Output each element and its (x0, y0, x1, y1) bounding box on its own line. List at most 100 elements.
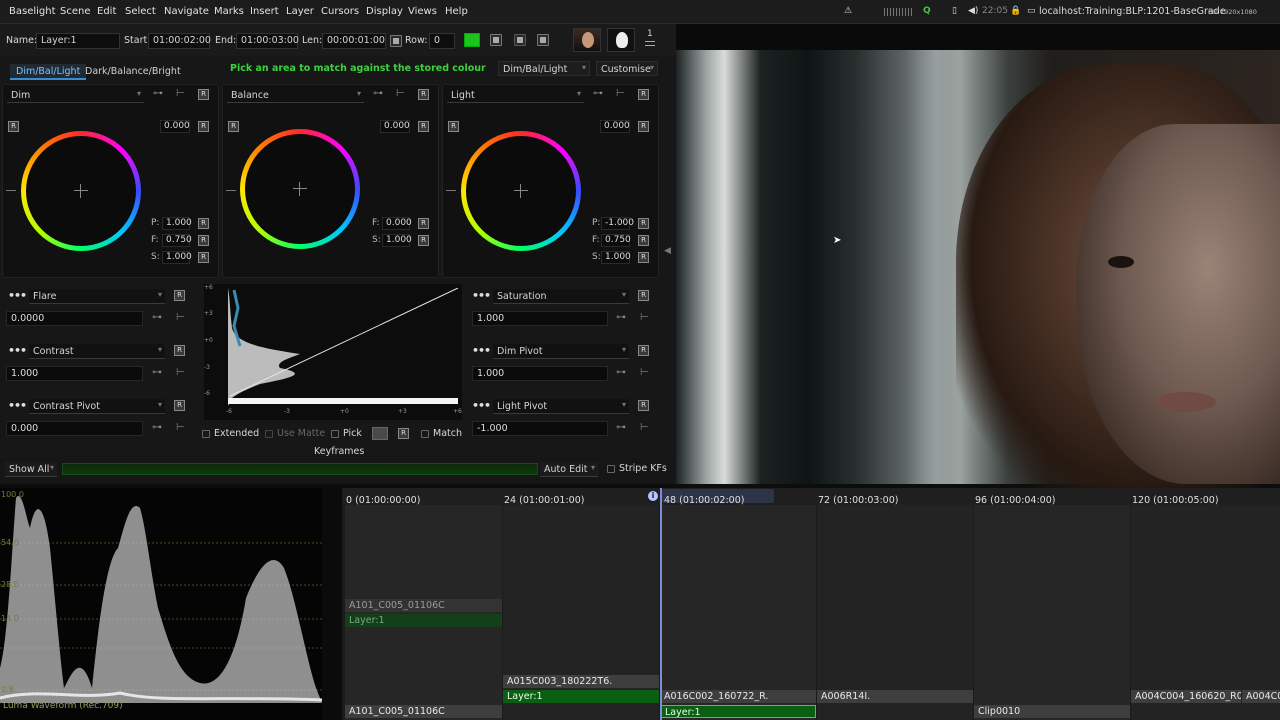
light-p-field[interactable]: -1.000 (601, 217, 634, 230)
menu-cursors[interactable]: Cursors (321, 6, 359, 17)
menu-help[interactable]: Help (445, 6, 468, 17)
stored-colour-swatch[interactable] (372, 427, 388, 440)
match-label[interactable]: Match (433, 428, 462, 439)
saturation-value[interactable]: 1.000 (472, 311, 608, 326)
light-value-reset-button[interactable]: R (638, 121, 649, 132)
clip-a006r14i[interactable]: A006R14I. (817, 690, 973, 703)
contrast-pivot-key-icon[interactable]: ⊶ (152, 422, 162, 433)
volume-icon[interactable]: ◀) (968, 6, 978, 16)
contrast-key-icon[interactable]: ⊶ (152, 367, 162, 378)
light-p-reset[interactable]: R (638, 218, 649, 229)
dim-reset-button[interactable]: R (198, 89, 209, 100)
contrast-reset[interactable]: R (174, 345, 185, 356)
saturation-curve-icon[interactable]: ⊢ (640, 312, 649, 323)
balance-reset-button[interactable]: R (418, 89, 429, 100)
dim-wheel-cursor[interactable] (74, 184, 88, 198)
balance-s-field[interactable]: 1.000 (382, 234, 412, 247)
clip-a015c003-layer[interactable]: Layer:1 (503, 690, 659, 703)
menu-select[interactable]: Select (125, 6, 156, 17)
collapse-arrow-icon[interactable]: ◀ (664, 246, 671, 256)
layer-link-icon[interactable] (537, 34, 549, 46)
dim-f-field[interactable]: 0.750 (162, 234, 192, 247)
tone-curve-graph[interactable]: +6 +3 +0 -3 -6 -6 -3 +0 +3 +6 (204, 284, 462, 420)
light-s-field[interactable]: 1.000 (601, 251, 631, 264)
contrast-curve-icon[interactable]: ⊢ (176, 367, 185, 378)
use-matte-checkbox[interactable] (265, 430, 273, 438)
menu-insert[interactable]: Insert (250, 6, 279, 17)
light-pivot-select[interactable]: Light Pivot (493, 399, 629, 414)
clip-a004c004[interactable]: A004C004_160620_R0 (1131, 690, 1241, 703)
auto-edit-select[interactable]: Auto Edit (540, 462, 598, 477)
contrast-menu-icon[interactable]: ••• (8, 344, 27, 357)
menu-edit[interactable]: Edit (97, 6, 116, 17)
menu-layer[interactable]: Layer (286, 6, 314, 17)
layer-copy-icon[interactable] (514, 34, 526, 46)
dim-pivot-value[interactable]: 1.000 (472, 366, 608, 381)
light-pivot-key-icon[interactable]: ⊶ (616, 422, 626, 433)
stack-icon[interactable] (645, 41, 655, 46)
balance-curve-icon[interactable]: ⊢ (396, 88, 405, 99)
dim-s-reset[interactable]: R (198, 252, 209, 263)
dim-pivot-key-icon[interactable]: ⊶ (616, 367, 626, 378)
row-field[interactable]: 0 (429, 33, 455, 49)
light-curve-icon[interactable]: ⊢ (616, 88, 625, 99)
flare-key-icon[interactable]: ⊶ (152, 312, 162, 323)
clip-a101-upper[interactable]: A101_C005_01106C (345, 599, 502, 612)
balance-s-reset[interactable]: R (418, 235, 429, 246)
balance-value-reset-button[interactable]: R (418, 121, 429, 132)
show-all-select[interactable]: Show All (5, 462, 57, 477)
saturation-select[interactable]: Saturation (493, 289, 629, 304)
network-icon[interactable]: Q (923, 6, 931, 16)
clip-a016c002[interactable]: A016C002_160722_R. (660, 690, 816, 703)
contrast-pivot-menu-icon[interactable]: ••• (8, 399, 27, 412)
row-lock-icon[interactable] (390, 35, 402, 47)
contrast-pivot-select[interactable]: Contrast Pivot (29, 399, 165, 414)
balance-select[interactable]: Balance (227, 88, 364, 103)
dim-pivot-curve-icon[interactable]: ⊢ (640, 367, 649, 378)
menu-navigate[interactable]: Navigate (164, 6, 209, 17)
dim-s-field[interactable]: 1.000 (162, 251, 192, 264)
flare-reset[interactable]: R (174, 290, 185, 301)
menu-baselight[interactable]: Baselight (9, 6, 56, 17)
start-field[interactable]: 01:00:02:00 (148, 33, 211, 49)
dim-curve-icon[interactable]: ⊢ (176, 88, 185, 99)
light-wheel-reset-button[interactable]: R (448, 121, 459, 132)
dim-wheel-reset-button[interactable]: R (8, 121, 19, 132)
menu-display[interactable]: Display (366, 6, 403, 17)
flare-value[interactable]: 0.0000 (6, 311, 143, 326)
dim-pivot-select[interactable]: Dim Pivot (493, 344, 629, 359)
balance-value[interactable]: 0.000 (380, 120, 410, 133)
contrast-pivot-reset[interactable]: R (174, 400, 185, 411)
extended-checkbox[interactable] (202, 430, 210, 438)
end-field[interactable]: 01:00:03:00 (236, 33, 299, 49)
light-s-reset[interactable]: R (638, 252, 649, 263)
dim-select[interactable]: Dim (7, 88, 144, 103)
clip-a015c003[interactable]: A015C003_180222T6. (503, 675, 659, 688)
preset-select[interactable]: Dim/Bal/Light (498, 61, 590, 76)
tab-dim-bal-light[interactable]: Dim/Bal/Light (10, 64, 87, 80)
light-f-reset[interactable]: R (638, 235, 649, 246)
dim-f-reset[interactable]: R (198, 235, 209, 246)
dim-key-icon[interactable]: ⊶ (153, 88, 163, 99)
flare-curve-icon[interactable]: ⊢ (176, 312, 185, 323)
curve-plot[interactable] (220, 288, 460, 406)
clip-clip0010[interactable]: Clip0010 (974, 705, 1130, 718)
contrast-pivot-value[interactable]: 0.000 (6, 421, 143, 436)
layer-option-icon[interactable] (490, 34, 502, 46)
clip-a016c002-layer[interactable]: Layer:1 (660, 705, 816, 718)
len-field[interactable]: 00:00:01:00 (322, 33, 386, 49)
contrast-pivot-curve-icon[interactable]: ⊢ (176, 422, 185, 433)
playhead-info-icon[interactable]: i (648, 491, 658, 501)
contrast-select[interactable]: Contrast (29, 344, 165, 359)
phone-icon[interactable]: ▯ (952, 6, 957, 16)
light-f-field[interactable]: 0.750 (601, 234, 631, 247)
timeline[interactable]: 0 (01:00:00:00) 24 (01:00:01:00) 48 (01:… (342, 488, 1280, 720)
pick-label[interactable]: Pick (343, 428, 362, 439)
flare-select[interactable]: Flare (29, 289, 165, 304)
light-pivot-curve-icon[interactable]: ⊢ (640, 422, 649, 433)
menu-marks[interactable]: Marks (214, 6, 244, 17)
clip-a101-lower[interactable]: A101_C005_01106C (345, 705, 502, 718)
light-pivot-menu-icon[interactable]: ••• (472, 399, 491, 412)
balance-wheel-reset-button[interactable]: R (228, 121, 239, 132)
warning-icon[interactable]: ⚠ (844, 6, 852, 16)
